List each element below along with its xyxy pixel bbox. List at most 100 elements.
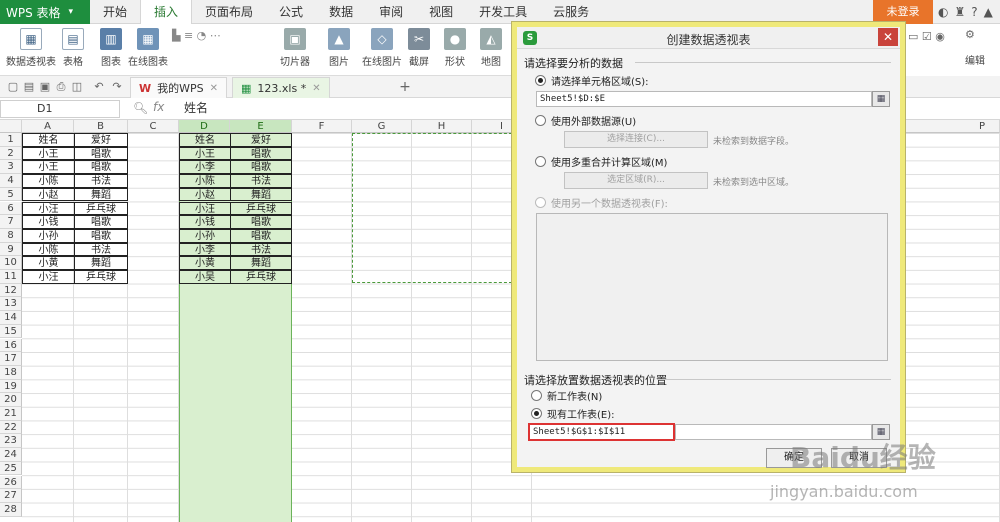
select-all-corner[interactable] <box>0 120 22 133</box>
row-header[interactable]: 8 <box>0 228 22 243</box>
table-cell[interactable]: 小王 <box>22 146 75 161</box>
row-header[interactable]: 5 <box>0 187 22 202</box>
table-cell[interactable]: 小陈 <box>22 174 75 188</box>
help-icon[interactable]: ? <box>971 5 977 19</box>
table-cell[interactable]: 舞蹈 <box>74 256 128 270</box>
table-cell[interactable]: 小吴 <box>179 270 231 284</box>
shirt-icon[interactable]: ♜ <box>954 5 965 19</box>
row-header[interactable]: 27 <box>0 489 22 503</box>
tab-file[interactable]: ▦ 123.xls * ✕ <box>232 77 330 98</box>
table-cell[interactable]: 小汪 <box>22 270 75 284</box>
row-header[interactable]: 20 <box>0 393 22 407</box>
column-header[interactable]: D <box>179 120 230 133</box>
radio-existing-sheet[interactable]: 现有工作表(E): <box>531 406 615 421</box>
radio-multi-consolidation[interactable]: 使用多重合并计算区域(M) <box>535 154 667 169</box>
table-cell[interactable]: 小钱 <box>179 215 231 229</box>
tab-formulas[interactable]: 公式 <box>266 0 316 24</box>
formula-input[interactable]: 姓名 <box>184 100 208 118</box>
tab-review[interactable]: 审阅 <box>366 0 416 24</box>
preview-icon[interactable]: ◫ <box>70 80 84 94</box>
form-controls-icons[interactable]: ▭ ☑ ◉ <box>908 30 945 43</box>
table-cell[interactable]: 小李 <box>179 242 231 257</box>
shapes-button[interactable]: ● 形状 <box>444 28 466 68</box>
table-cell[interactable]: 书法 <box>230 242 292 257</box>
table-cell[interactable]: 小孙 <box>22 228 75 243</box>
table-cell[interactable]: 小汪 <box>22 201 75 216</box>
open-icon[interactable]: ▤ <box>22 80 36 94</box>
column-header[interactable]: E <box>230 120 292 133</box>
row-header[interactable]: 2 <box>0 146 22 161</box>
row-header[interactable]: 11 <box>0 270 22 284</box>
radio-external-source[interactable]: 使用外部数据源(U) <box>535 113 636 128</box>
close-button[interactable]: ✕ <box>878 28 898 46</box>
app-menu-button[interactable]: WPS 表格 ▾ <box>0 0 90 24</box>
new-tab-icon[interactable]: + <box>398 80 412 94</box>
screenshot-button[interactable]: ✂ 截屏 <box>408 28 430 68</box>
row-header[interactable]: 3 <box>0 160 22 175</box>
table-cell[interactable]: 乒乓球 <box>74 270 128 284</box>
radio-other-pivot[interactable]: 使用另一个数据透视表(F): <box>535 195 668 210</box>
choose-range-button[interactable]: 选定区域(R)... <box>564 172 708 189</box>
map-button[interactable]: ◭ 地图 <box>480 28 502 68</box>
close-icon[interactable]: ✕ <box>210 78 218 99</box>
table-cell[interactable]: 姓名 <box>22 133 75 147</box>
chart-type-icons[interactable]: ▙ ≡ ◔ ⋯ <box>172 28 221 44</box>
chart-button[interactable]: ▥ 图表 <box>100 28 122 68</box>
save-icon[interactable]: ▣ <box>38 80 52 94</box>
pivot-table-button[interactable]: ▦ 数据透视表 <box>6 28 56 68</box>
table-cell[interactable]: 唱歌 <box>230 160 292 175</box>
row-header[interactable]: 23 <box>0 434 22 449</box>
table-cell[interactable]: 小李 <box>179 160 231 175</box>
tab-cloud[interactable]: 云服务 <box>540 0 602 24</box>
collapse-icon[interactable]: ▲ <box>984 5 993 19</box>
table-cell[interactable]: 小黄 <box>179 256 231 270</box>
row-header[interactable]: 10 <box>0 256 22 270</box>
column-header[interactable]: B <box>74 120 128 133</box>
row-header[interactable]: 18 <box>0 365 22 380</box>
undo-icon[interactable]: ↶ <box>92 80 106 94</box>
table-cell[interactable]: 书法 <box>230 174 292 188</box>
fx-icon[interactable]: fx <box>153 100 164 114</box>
row-header[interactable]: 28 <box>0 502 22 517</box>
row-header[interactable]: 24 <box>0 448 22 462</box>
tab-page-layout[interactable]: 页面布局 <box>192 0 266 24</box>
online-picture-button[interactable]: ◇ 在线图片 <box>362 28 402 68</box>
table-cell[interactable]: 小黄 <box>22 256 75 270</box>
row-header[interactable]: 19 <box>0 379 22 394</box>
row-header[interactable]: 14 <box>0 311 22 325</box>
login-button[interactable]: 未登录 <box>873 0 933 24</box>
slicer-button[interactable]: ▣ 切片器 <box>280 28 310 68</box>
row-header[interactable]: 17 <box>0 352 22 366</box>
row-header[interactable]: 4 <box>0 174 22 188</box>
radio-cell-range[interactable]: 请选择单元格区域(S): <box>535 73 649 88</box>
row-header[interactable]: 16 <box>0 338 22 353</box>
destination-input[interactable]: Sheet5!$G$1:$I$11 <box>528 423 675 441</box>
table-cell[interactable]: 爱好 <box>74 133 128 147</box>
new-file-icon[interactable]: ▢ <box>6 80 20 94</box>
table-cell[interactable]: 书法 <box>74 174 128 188</box>
table-cell[interactable]: 小陈 <box>179 174 231 188</box>
redo-icon[interactable]: ↷ <box>110 80 124 94</box>
column-header[interactable]: A <box>22 120 74 133</box>
column-header[interactable]: C <box>128 120 179 133</box>
radio-new-sheet[interactable]: 新工作表(N) <box>531 388 602 403</box>
row-header[interactable]: 15 <box>0 324 22 339</box>
table-cell[interactable]: 乒乓球 <box>230 201 292 216</box>
source-range-input[interactable]: Sheet5!$D:$E <box>536 91 872 107</box>
table-cell[interactable]: 乒乓球 <box>230 270 292 284</box>
table-cell[interactable]: 唱歌 <box>230 146 292 161</box>
tab-home[interactable]: 开始 <box>90 0 140 24</box>
row-header[interactable]: 9 <box>0 242 22 257</box>
table-cell[interactable]: 小赵 <box>22 187 75 202</box>
row-header[interactable]: 6 <box>0 201 22 216</box>
table-cell[interactable]: 小孙 <box>179 228 231 243</box>
pivot-list-box[interactable] <box>536 213 888 361</box>
row-header[interactable]: 7 <box>0 215 22 229</box>
table-cell[interactable]: 舞蹈 <box>230 256 292 270</box>
close-icon[interactable]: ✕ <box>312 78 320 99</box>
tab-view[interactable]: 视图 <box>416 0 466 24</box>
edit-button[interactable]: 编辑 <box>965 52 985 67</box>
tab-data[interactable]: 数据 <box>316 0 366 24</box>
row-header[interactable]: 21 <box>0 407 22 421</box>
row-header[interactable]: 22 <box>0 420 22 435</box>
